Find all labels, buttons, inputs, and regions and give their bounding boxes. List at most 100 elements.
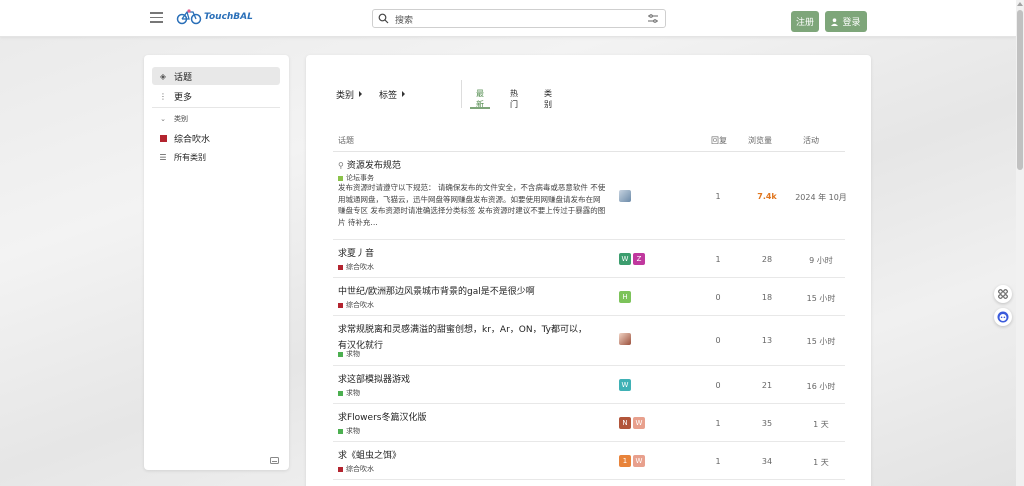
sidebar-item-category[interactable]: 综合吹水	[152, 129, 280, 147]
floating-apps-button[interactable]	[994, 285, 1012, 303]
categories-dropdown[interactable]: 类别	[336, 88, 363, 101]
sidebar: ◈ 话题 ⋮ 更多 ⌄ 类别 综合吹水 ☰ 所有类别	[144, 55, 289, 470]
layers-icon: ◈	[159, 71, 167, 81]
avatar[interactable]: N	[619, 417, 631, 429]
sidebar-item-label: 话题	[174, 72, 193, 83]
filter-sliders-icon[interactable]	[648, 14, 658, 23]
avatar[interactable]: 1	[619, 455, 631, 467]
category-color-square-icon	[152, 134, 174, 142]
category-label: 综合吹水	[346, 301, 374, 309]
category-label: 综合吹水	[346, 263, 374, 271]
topic-category-badge[interactable]: 求物	[338, 388, 360, 398]
sidebar-item-more[interactable]: ⋮ 更多	[152, 87, 280, 105]
poster-avatars	[619, 190, 631, 202]
register-label: 注册	[795, 18, 814, 28]
table-row: 求夏丿音 综合吹水 W Z 1 28 9 小时	[333, 241, 845, 278]
topic-category-badge[interactable]: 综合吹水	[338, 464, 374, 474]
list-icon: ☰	[159, 152, 167, 162]
avatar[interactable]	[619, 333, 631, 345]
hamburger-menu-icon[interactable]	[150, 12, 163, 23]
category-color-dot	[338, 466, 343, 472]
table-row: 中世纪/欧洲那边风景城市背景的gal是不是很少啊 综合吹水 H 0 18 15 …	[333, 279, 845, 316]
poster-avatars	[619, 333, 631, 345]
avatar[interactable]: W	[633, 417, 645, 429]
topic-category-badge[interactable]: 综合吹水	[338, 262, 374, 272]
poster-avatars: W Z	[619, 253, 645, 265]
avatar[interactable]: W	[619, 379, 631, 391]
column-header-views[interactable]: 浏览量	[748, 135, 772, 146]
categories-dropdown-label: 类别	[336, 90, 355, 101]
activity-time[interactable]: 2024 年 10月	[781, 192, 861, 203]
category-label: 综合吹水	[346, 465, 374, 473]
caret-right-icon	[359, 91, 363, 97]
poster-avatars: N W	[619, 417, 645, 429]
sidebar-item-label: 综合吹水	[174, 134, 211, 145]
avatar[interactable]: Z	[633, 253, 645, 265]
search-placeholder: 搜索	[395, 16, 414, 26]
tags-dropdown-label: 标签	[379, 90, 398, 101]
topic-title-text: 资源发布规范	[346, 161, 401, 171]
search-input[interactable]: 搜索	[372, 9, 666, 28]
topic-excerpt: 发布资源时请遵守以下规范： 请确保发布的文件安全，不含病毒或恶意软件 不使用城通…	[338, 183, 606, 227]
activity-time[interactable]: 1 天	[781, 419, 861, 430]
sidebar-item-label: 更多	[174, 92, 193, 103]
replies-count: 1	[715, 255, 721, 264]
category-label: 求物	[346, 350, 360, 358]
login-button[interactable]: 登录	[825, 11, 867, 32]
avatar[interactable]: W	[633, 455, 645, 467]
assistant-face-icon	[997, 311, 1009, 323]
column-header-topic[interactable]: 话题	[338, 135, 354, 146]
vertical-ellipsis-icon: ⋮	[159, 91, 167, 101]
register-button[interactable]: 注册	[791, 11, 819, 32]
topic-title-link[interactable]: 中世纪/欧洲那边风景城市背景的gal是不是很少啊	[338, 284, 535, 297]
topic-title-link[interactable]: 求这部模拟器游戏	[338, 372, 410, 385]
keyboard-icon[interactable]	[270, 457, 279, 464]
floating-assistant-button[interactable]	[994, 308, 1012, 326]
caret-right-icon	[402, 91, 406, 97]
sidebar-item-label: 所有类别	[174, 152, 206, 162]
sidebar-categories-header[interactable]: ⌄ 类别	[152, 114, 188, 124]
site-logo[interactable]: TouchBAL	[176, 9, 253, 25]
topic-title-link[interactable]: 求常规脱离和灵感满溢的甜蜜创想，kr，Ar，ON，Ty都可以， 有汉化就行	[338, 322, 587, 351]
activity-time[interactable]: 9 小时	[781, 255, 861, 266]
tab-latest[interactable]: 最新	[470, 88, 490, 110]
tab-hot[interactable]: 热门	[510, 88, 518, 110]
poster-avatars: 1 W	[619, 455, 645, 467]
sidebar-divider	[152, 107, 280, 108]
topic-category-badge[interactable]: 求物	[338, 349, 360, 359]
scroll-up-arrow-icon[interactable]	[1017, 2, 1023, 6]
tags-dropdown[interactable]: 标签	[379, 88, 406, 101]
table-row: 求《蛆虫之饵》 综合吹水 1 W 1 34 1 天	[333, 443, 845, 480]
search-icon	[378, 13, 389, 24]
topic-title-link[interactable]: 求夏丿音	[338, 246, 374, 259]
activity-time[interactable]: 16 小时	[781, 381, 861, 392]
login-label: 登录	[842, 18, 861, 28]
navigation-bar: 类别 标签 最新 热门 类别	[336, 80, 552, 109]
replies-count: 1	[715, 192, 721, 201]
topic-title-link[interactable]: ⚲ 资源发布规范	[338, 158, 401, 171]
topic-title-link[interactable]: 求Flowers冬篇汉化版	[338, 410, 426, 423]
page-scrollbar[interactable]	[1016, 0, 1024, 486]
activity-time[interactable]: 15 小时	[781, 293, 861, 304]
column-header-replies[interactable]: 回复	[711, 135, 727, 146]
avatar[interactable]: H	[619, 291, 631, 303]
activity-time[interactable]: 15 小时	[781, 336, 861, 347]
topic-list-panel: 类别 标签 最新 热门 类别 话题 回复 浏览量 活动 ⚲ 资源发布规范 论坛事务…	[306, 55, 871, 486]
avatar[interactable]	[619, 190, 631, 202]
sidebar-item-topics[interactable]: ◈ 话题	[152, 67, 280, 85]
sidebar-section-label: 类别	[174, 115, 188, 123]
bicycle-logo-icon	[176, 9, 202, 25]
topic-title-link[interactable]: 求《蛆虫之饵》	[338, 448, 401, 461]
topic-category-badge[interactable]: 综合吹水	[338, 300, 374, 310]
topic-category-badge[interactable]: 求物	[338, 426, 360, 436]
tab-categories[interactable]: 类别	[544, 88, 552, 110]
activity-time[interactable]: 1 天	[781, 457, 861, 468]
sidebar-item-all-categories[interactable]: ☰ 所有类别	[152, 148, 280, 166]
avatar[interactable]: W	[619, 253, 631, 265]
replies-count: 1	[715, 419, 721, 428]
column-header-activity[interactable]: 活动	[803, 135, 819, 146]
replies-count: 1	[715, 457, 721, 466]
category-color-dot	[338, 351, 343, 357]
scrollbar-thumb[interactable]	[1017, 10, 1023, 170]
pin-icon: ⚲	[338, 161, 344, 170]
